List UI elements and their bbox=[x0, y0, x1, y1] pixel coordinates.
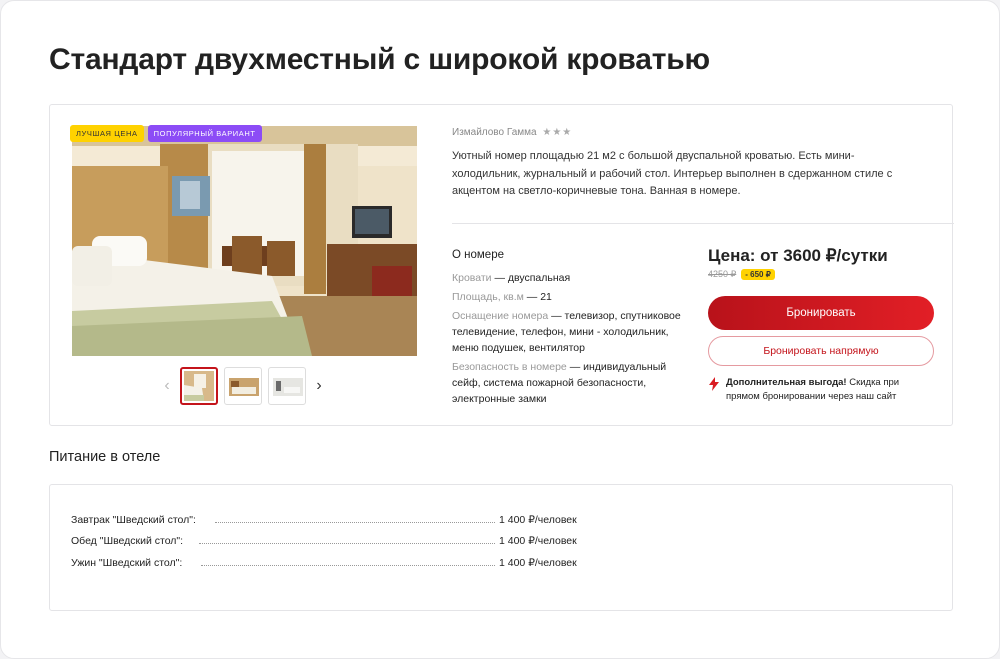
thumbnail-image bbox=[184, 371, 214, 401]
room-badges: ЛУЧШАЯ ЦЕНА ПОПУЛЯРНЫЙ ВАРИАНТ bbox=[70, 125, 262, 142]
about-row-security: Безопасность в номере — индивидуальный с… bbox=[452, 359, 692, 407]
meals-card: Завтрак "Шведский стол": 1 400 ₽/человек… bbox=[49, 484, 953, 611]
gallery-thumbnail[interactable] bbox=[268, 367, 306, 405]
about-row-beds: Кровати — двуспальная bbox=[452, 270, 692, 286]
gallery-prev-icon[interactable]: ‹ bbox=[160, 367, 174, 405]
room-photo-image bbox=[72, 126, 417, 356]
room-photo[interactable] bbox=[72, 126, 417, 356]
old-price-row: 4250 ₽ - 650 ₽ bbox=[708, 269, 934, 280]
meal-row: Обед "Шведский стол": 1 400 ₽/человек bbox=[71, 535, 577, 547]
about-value: — 21 bbox=[523, 291, 552, 303]
hotel-name: Измайлово Гамма bbox=[452, 127, 537, 138]
leader-dots bbox=[199, 542, 495, 544]
about-row-area: Площадь, кв.м — 21 bbox=[452, 289, 692, 305]
page: Стандарт двухместный с широкой кроватью bbox=[0, 0, 1000, 659]
meal-name: Обед "Шведский стол": bbox=[71, 535, 184, 547]
leader-dots bbox=[201, 564, 495, 566]
gallery-thumbnail[interactable] bbox=[224, 367, 262, 405]
about-key: Кровати bbox=[452, 272, 492, 284]
bonus-text: Дополнительная выгода! Скидка при прямом… bbox=[726, 376, 934, 404]
about-key: Безопасность в номере bbox=[452, 361, 567, 373]
discount-badge: - 650 ₽ bbox=[741, 269, 775, 280]
page-title: Стандарт двухместный с широкой кроватью bbox=[49, 43, 710, 76]
about-title: О номере bbox=[452, 249, 504, 261]
gallery-next-icon[interactable]: › bbox=[312, 367, 326, 405]
hotel-stars: ★★★ bbox=[542, 127, 573, 138]
about-room: О номере Кровати — двуспальная Площадь, … bbox=[452, 249, 692, 410]
meal-price: 1 400 ₽/человек bbox=[499, 514, 577, 526]
price-box: Цена: от 3600 ₽/сутки 4250 ₽ - 650 ₽ Бро… bbox=[708, 246, 934, 402]
room-info: Измайлово Гамма ★★★ Уютный номер площадь… bbox=[452, 127, 932, 201]
meal-price: 1 400 ₽/человек bbox=[499, 535, 577, 547]
meals-title: Питание в отеле bbox=[49, 449, 161, 465]
about-key: Оснащение номера bbox=[452, 310, 549, 322]
badge-best-price: ЛУЧШАЯ ЦЕНА bbox=[70, 125, 144, 142]
room-description: Уютный номер площадью 21 м2 с большой дв… bbox=[452, 150, 893, 197]
gallery-thumbnails: ‹ › bbox=[160, 367, 326, 405]
about-key: Площадь, кв.м bbox=[452, 291, 524, 303]
lightning-icon bbox=[709, 377, 719, 391]
old-price: 4250 ₽ bbox=[708, 269, 737, 279]
bonus-strong: Дополнительная выгода! bbox=[726, 377, 847, 388]
room-card: ЛУЧШАЯ ЦЕНА ПОПУЛЯРНЫЙ ВАРИАНТ ‹ › Измай… bbox=[49, 104, 954, 426]
book-button[interactable]: Бронировать bbox=[708, 296, 934, 330]
thumbnail-image bbox=[228, 371, 260, 403]
hotel-name-line: Измайлово Гамма ★★★ bbox=[452, 127, 932, 138]
gallery-thumbnail[interactable] bbox=[180, 367, 218, 405]
meal-row: Ужин "Шведский стол": 1 400 ₽/человек bbox=[71, 557, 577, 569]
thumbnail-image bbox=[272, 371, 304, 403]
divider bbox=[452, 223, 954, 224]
meal-price: 1 400 ₽/человек bbox=[499, 557, 577, 569]
price: Цена: от 3600 ₽/сутки bbox=[708, 246, 888, 265]
meal-name: Ужин "Шведский стол": bbox=[71, 557, 183, 569]
leader-dots bbox=[215, 521, 495, 523]
meal-row: Завтрак "Шведский стол": 1 400 ₽/человек bbox=[71, 514, 577, 526]
meal-name: Завтрак "Шведский стол": bbox=[71, 514, 196, 526]
book-direct-button[interactable]: Бронировать напрямую bbox=[708, 336, 934, 366]
about-row-equipment: Оснащение номера — телевизор, спутниково… bbox=[452, 308, 692, 356]
bonus-note: Дополнительная выгода! Скидка при прямом… bbox=[708, 376, 934, 404]
about-value: — двуспальная bbox=[491, 272, 571, 284]
badge-popular: ПОПУЛЯРНЫЙ ВАРИАНТ bbox=[147, 125, 262, 142]
